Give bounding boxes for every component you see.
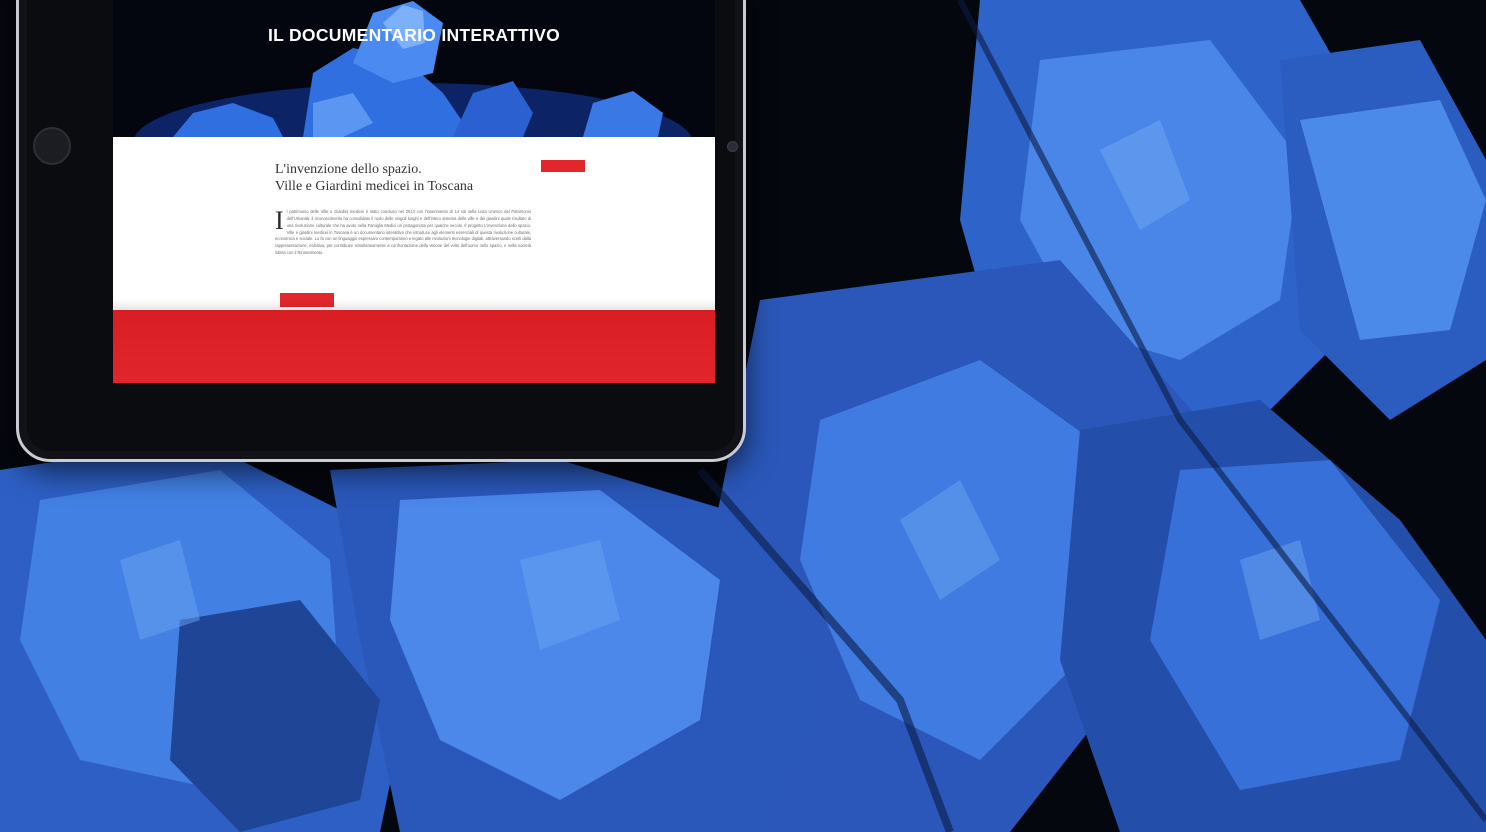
article-body: I l patrimonio delle Ville e Giardini me… — [275, 206, 531, 257]
header-red-button[interactable] — [541, 160, 585, 172]
article-body-text: l patrimonio delle Ville e Giardini medi… — [275, 209, 531, 256]
article-section: L'invenzione dello spazio. Ville e Giard… — [113, 137, 715, 310]
hero-title: IL DOCUMENTARIO INTERATTIVO — [268, 25, 560, 45]
article-title-line-2: Ville e Giardini medicei in Toscana — [275, 179, 474, 194]
hero-sculpture-image — [113, 0, 715, 137]
hero-section: IL DOCUMENTARIO INTERATTIVO — [113, 0, 715, 137]
red-footer-band — [113, 310, 715, 383]
article-dropcap: I — [275, 206, 284, 235]
article-title-line-1: L'invenzione dello spazio. — [275, 162, 422, 177]
article-title: L'invenzione dello spazio. Ville e Giard… — [275, 161, 575, 195]
tablet-home-button — [33, 127, 71, 165]
tablet-camera — [727, 141, 738, 152]
tablet-device-mockup: IL DOCUMENTARIO INTERATTIVO L'invenzione… — [16, 0, 746, 462]
tablet-screen: IL DOCUMENTARIO INTERATTIVO L'invenzione… — [113, 0, 715, 383]
